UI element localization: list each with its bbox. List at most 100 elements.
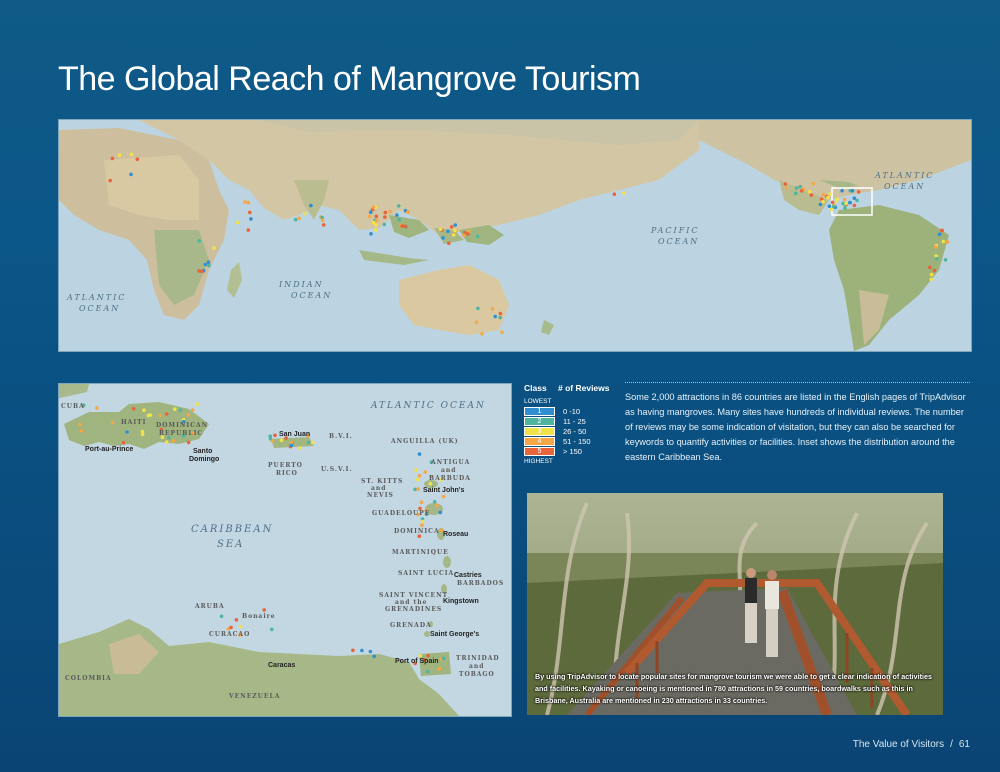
attraction-point bbox=[475, 234, 480, 239]
attraction-point bbox=[821, 192, 825, 197]
ocean-label-pacific: PACIFIC bbox=[650, 226, 700, 235]
attraction-point bbox=[236, 220, 240, 225]
region-label-saint-lucia: SAINT LUCIA bbox=[398, 570, 454, 577]
attraction-point bbox=[125, 430, 129, 434]
region-label-anguilla: ANGUILLA (UK) bbox=[390, 438, 459, 445]
attraction-point bbox=[807, 189, 812, 194]
attraction-point bbox=[249, 217, 253, 221]
attraction-point bbox=[435, 503, 439, 508]
attraction-point bbox=[934, 257, 939, 261]
attraction-point bbox=[855, 198, 859, 203]
attraction-point bbox=[809, 193, 814, 197]
attraction-point bbox=[848, 200, 852, 205]
attraction-point bbox=[374, 218, 379, 223]
region-label-grenada: GRENADA bbox=[390, 622, 432, 629]
legend-range: 51 - 150 bbox=[563, 437, 591, 446]
attraction-point bbox=[173, 407, 177, 411]
attraction-point bbox=[382, 222, 387, 227]
attraction-point bbox=[945, 240, 950, 244]
attraction-point bbox=[199, 269, 204, 273]
attraction-point bbox=[131, 407, 136, 411]
attraction-point bbox=[273, 433, 277, 438]
attraction-point bbox=[842, 197, 847, 202]
region-label-barbuda: BARBUDA bbox=[429, 475, 471, 482]
attraction-point bbox=[451, 233, 456, 237]
legend-range: > 150 bbox=[563, 447, 582, 456]
attraction-point bbox=[500, 330, 504, 334]
sea-label-caribbean: CARIBBEAN bbox=[191, 524, 273, 535]
legend-highest-label: HIGHEST bbox=[524, 458, 553, 465]
legend-row: 1 0 -10 bbox=[524, 407, 620, 417]
attraction-point bbox=[108, 178, 112, 183]
attraction-point bbox=[351, 648, 355, 653]
attraction-point bbox=[397, 217, 402, 222]
attraction-point bbox=[426, 653, 431, 658]
attraction-point bbox=[818, 202, 823, 207]
region-label-antigua: ANTIGUA bbox=[430, 459, 470, 466]
attraction-point bbox=[164, 440, 169, 444]
attraction-point bbox=[212, 246, 216, 250]
region-label-dominica: DOMINICA bbox=[394, 528, 440, 535]
attraction-point bbox=[414, 468, 418, 472]
attraction-point bbox=[498, 311, 503, 316]
attraction-point bbox=[419, 500, 424, 505]
attraction-point bbox=[142, 408, 146, 412]
attraction-point bbox=[238, 624, 243, 629]
attraction-point bbox=[940, 228, 944, 233]
ocean-label-atlantic-west: ATLANTIC bbox=[66, 293, 126, 302]
attraction-point bbox=[290, 440, 294, 445]
region-label-cuba: CUBA bbox=[61, 403, 85, 410]
footer-section: The Value of Visitors bbox=[852, 739, 945, 750]
attraction-point bbox=[844, 201, 848, 206]
attraction-point bbox=[374, 214, 379, 219]
attraction-point bbox=[403, 224, 408, 229]
attraction-point bbox=[219, 614, 224, 619]
region-label-saint-vincent-and: and the bbox=[395, 599, 428, 606]
city-label-kingstown: Kingstown bbox=[443, 598, 479, 605]
attraction-point bbox=[298, 446, 302, 450]
attraction-point bbox=[372, 654, 377, 659]
attraction-point bbox=[269, 627, 274, 632]
attraction-point bbox=[246, 200, 251, 205]
attraction-point bbox=[383, 210, 388, 215]
attraction-point bbox=[929, 272, 934, 277]
attraction-point bbox=[425, 669, 430, 674]
attraction-point bbox=[852, 196, 857, 200]
ocean-label-indian-2: OCEAN bbox=[291, 291, 332, 300]
region-label-nevis: NEVIS bbox=[367, 492, 394, 499]
body-paragraph: Some 2,000 attractions in 86 countries a… bbox=[625, 392, 966, 462]
attraction-point bbox=[821, 199, 825, 204]
attraction-point bbox=[140, 432, 145, 437]
attraction-point bbox=[794, 186, 799, 190]
attraction-point bbox=[293, 217, 298, 222]
attraction-point bbox=[262, 608, 266, 612]
city-label-port-au-prince: Port-au-Prince bbox=[85, 446, 133, 453]
attraction-point bbox=[195, 402, 199, 406]
attraction-point bbox=[856, 190, 861, 194]
attraction-point bbox=[490, 307, 495, 311]
attraction-point bbox=[121, 440, 126, 445]
legend-row: 3 26 - 50 bbox=[524, 427, 620, 437]
attraction-point bbox=[206, 260, 211, 264]
attraction-point bbox=[186, 440, 191, 445]
attraction-point bbox=[793, 191, 798, 196]
region-label-colombia: COLOMBIA bbox=[65, 675, 112, 682]
attraction-point bbox=[476, 306, 480, 311]
attraction-point bbox=[360, 648, 364, 653]
attraction-point bbox=[371, 205, 376, 210]
attraction-point bbox=[129, 172, 133, 177]
attraction-point bbox=[178, 408, 183, 412]
attraction-point bbox=[158, 413, 162, 418]
city-label-castries: Castries bbox=[454, 572, 482, 579]
city-label-caracas: Caracas bbox=[268, 662, 295, 669]
attraction-point bbox=[279, 438, 284, 443]
attraction-point bbox=[420, 519, 425, 524]
region-label-bvi: B.V.I. bbox=[329, 433, 353, 440]
attraction-point bbox=[186, 413, 191, 417]
attraction-point bbox=[321, 223, 326, 227]
attraction-point bbox=[110, 156, 115, 161]
footer-separator: / bbox=[950, 739, 953, 750]
attraction-point bbox=[811, 181, 816, 186]
city-label-santo: Santo bbox=[193, 448, 212, 455]
ocean-label-atlantic: ATLANTIC OCEAN bbox=[370, 401, 486, 411]
